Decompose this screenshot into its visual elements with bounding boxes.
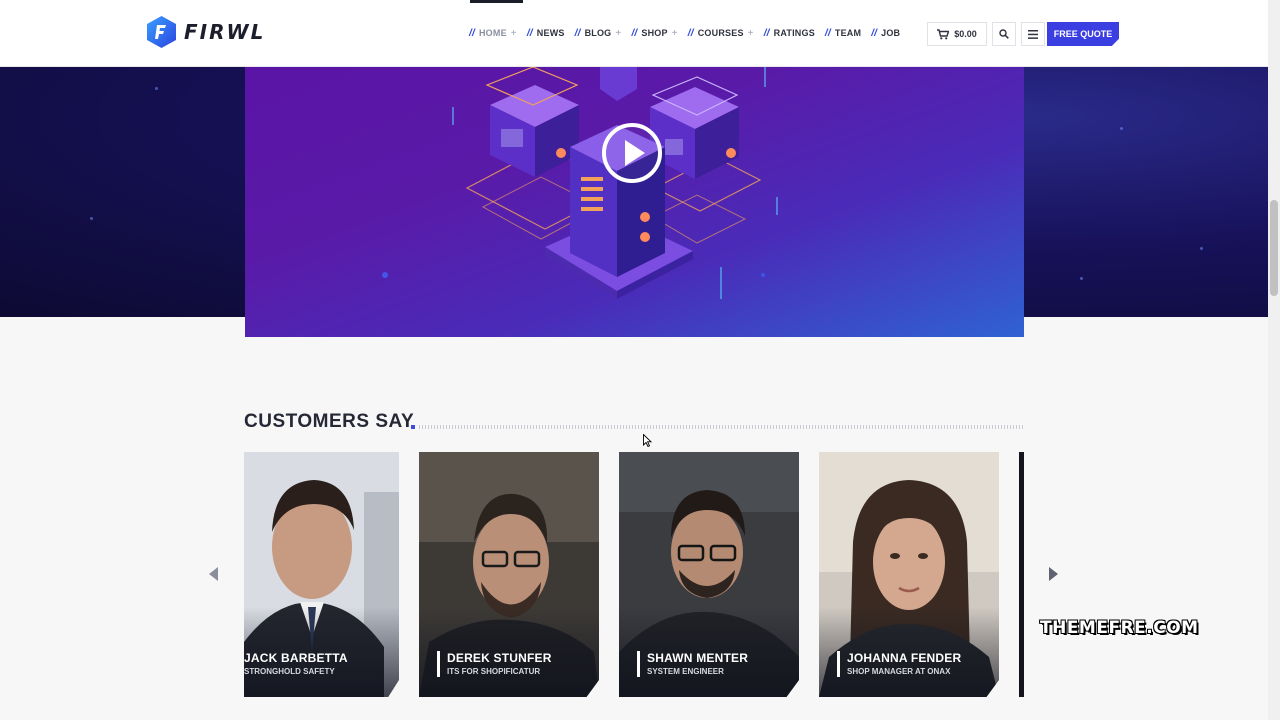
nav-item-label: TEAM bbox=[834, 28, 862, 38]
nav-slash-icon: // bbox=[824, 27, 831, 39]
hamburger-icon bbox=[1028, 29, 1038, 39]
search-icon bbox=[999, 29, 1009, 39]
title-accent-dot bbox=[411, 425, 415, 429]
scrollbar-thumb[interactable] bbox=[1270, 200, 1278, 296]
logo-text: FIRWL bbox=[184, 20, 266, 44]
nav-item-label: NEWS bbox=[536, 28, 565, 38]
nav-item-blog[interactable]: // BLOG + bbox=[575, 28, 622, 39]
customer-name: JACK BARBETTA bbox=[244, 651, 348, 665]
nav-item-label: COURSES bbox=[697, 28, 744, 38]
nav-item-team[interactable]: // TEAM bbox=[825, 28, 861, 39]
play-icon bbox=[624, 140, 645, 166]
customer-name: SHAWN MENTER bbox=[647, 651, 749, 665]
carousel-next-button[interactable] bbox=[1045, 565, 1061, 583]
search-button[interactable] bbox=[992, 22, 1016, 46]
title-divider bbox=[419, 425, 1024, 429]
customer-role: SHOP MANAGER AT ONAX bbox=[847, 667, 951, 676]
free-quote-button[interactable]: FREE QUOTE bbox=[1047, 22, 1119, 46]
nav-item-label: RATINGS bbox=[773, 28, 815, 38]
plus-icon: + bbox=[510, 27, 517, 39]
nav-slash-icon: // bbox=[574, 27, 581, 39]
video-panel[interactable] bbox=[245, 67, 1024, 337]
play-button[interactable] bbox=[602, 123, 662, 183]
main-nav: // HOME + // NEWS // BLOG + // SHOP + //… bbox=[469, 26, 910, 40]
bg-dot bbox=[155, 87, 158, 90]
bg-dot bbox=[90, 217, 93, 220]
customer-info: JACK BARBETTA STRONGHOLD SAFETY bbox=[244, 651, 348, 677]
nav-item-label: HOME bbox=[478, 28, 507, 38]
customer-name: JOHANNA FENDER bbox=[847, 651, 962, 665]
nav-item-ratings[interactable]: // RATINGS bbox=[764, 28, 815, 39]
site-header: FIRWL // HOME + // NEWS // BLOG + // SHO… bbox=[0, 0, 1268, 67]
nav-item-shop[interactable]: // SHOP + bbox=[631, 28, 677, 39]
nav-slash-icon: // bbox=[763, 27, 770, 39]
logo-hexagon-icon bbox=[147, 16, 176, 48]
site-logo[interactable]: FIRWL bbox=[147, 16, 265, 48]
plus-icon: + bbox=[747, 27, 754, 39]
customer-info: SHAWN MENTER SYSTEM ENGINEER bbox=[637, 651, 748, 677]
customer-name: DEREK STUNFER bbox=[447, 651, 552, 665]
cart-button[interactable]: $0.00 bbox=[927, 22, 987, 46]
nav-item-label: BLOG bbox=[584, 28, 612, 38]
nav-item-home[interactable]: // HOME + bbox=[469, 28, 517, 39]
testimonial-card-partial[interactable] bbox=[1019, 452, 1024, 697]
page-scrollbar[interactable] bbox=[1268, 0, 1280, 720]
nav-slash-icon: // bbox=[469, 27, 475, 39]
nav-slash-icon: // bbox=[871, 27, 878, 39]
customer-info: DEREK STUNFER ITS FOR SHOPIFICATUR bbox=[437, 651, 552, 677]
nav-item-job[interactable]: // JOB bbox=[871, 28, 900, 39]
mouse-cursor-icon bbox=[643, 434, 652, 447]
active-nav-indicator bbox=[470, 0, 523, 3]
section-title: CUSTOMERS SAY bbox=[244, 411, 415, 432]
testimonial-card[interactable]: JOHANNA FENDER SHOP MANAGER AT ONAX bbox=[819, 452, 999, 697]
nav-slash-icon: // bbox=[526, 27, 533, 39]
testimonial-card[interactable]: JACK BARBETTA STRONGHOLD SAFETY bbox=[244, 452, 399, 697]
chevron-left-icon bbox=[209, 567, 218, 581]
nav-item-news[interactable]: // NEWS bbox=[527, 28, 565, 39]
customer-info: JOHANNA FENDER SHOP MANAGER AT ONAX bbox=[837, 651, 961, 677]
nav-slash-icon: // bbox=[631, 27, 638, 39]
bg-dot bbox=[1120, 127, 1123, 130]
bg-dot bbox=[1080, 277, 1083, 280]
nav-item-label: JOB bbox=[881, 28, 901, 38]
nav-slash-icon: // bbox=[687, 27, 694, 39]
testimonial-card[interactable]: SHAWN MENTER SYSTEM ENGINEER bbox=[619, 452, 799, 697]
nav-item-label: SHOP bbox=[641, 28, 668, 38]
cart-total: $0.00 bbox=[954, 29, 977, 39]
customer-role: ITS FOR SHOPIFICATUR bbox=[447, 667, 541, 676]
cart-icon bbox=[937, 28, 950, 39]
carousel-prev-button[interactable] bbox=[206, 565, 222, 583]
watermark-text: THEMEFRE.COM bbox=[1040, 618, 1199, 638]
server-isometric-illustration bbox=[382, 67, 778, 299]
menu-button[interactable] bbox=[1021, 22, 1045, 46]
customer-role: STRONGHOLD SAFETY bbox=[244, 667, 335, 676]
plus-icon: + bbox=[615, 27, 622, 39]
testimonial-card[interactable]: DEREK STUNFER ITS FOR SHOPIFICATUR bbox=[419, 452, 599, 697]
plus-icon: + bbox=[671, 27, 678, 39]
customer-role: SYSTEM ENGINEER bbox=[647, 667, 724, 676]
bg-dot bbox=[1200, 247, 1203, 250]
nav-item-courses[interactable]: // COURSES + bbox=[688, 28, 754, 39]
chevron-right-icon bbox=[1049, 567, 1058, 581]
